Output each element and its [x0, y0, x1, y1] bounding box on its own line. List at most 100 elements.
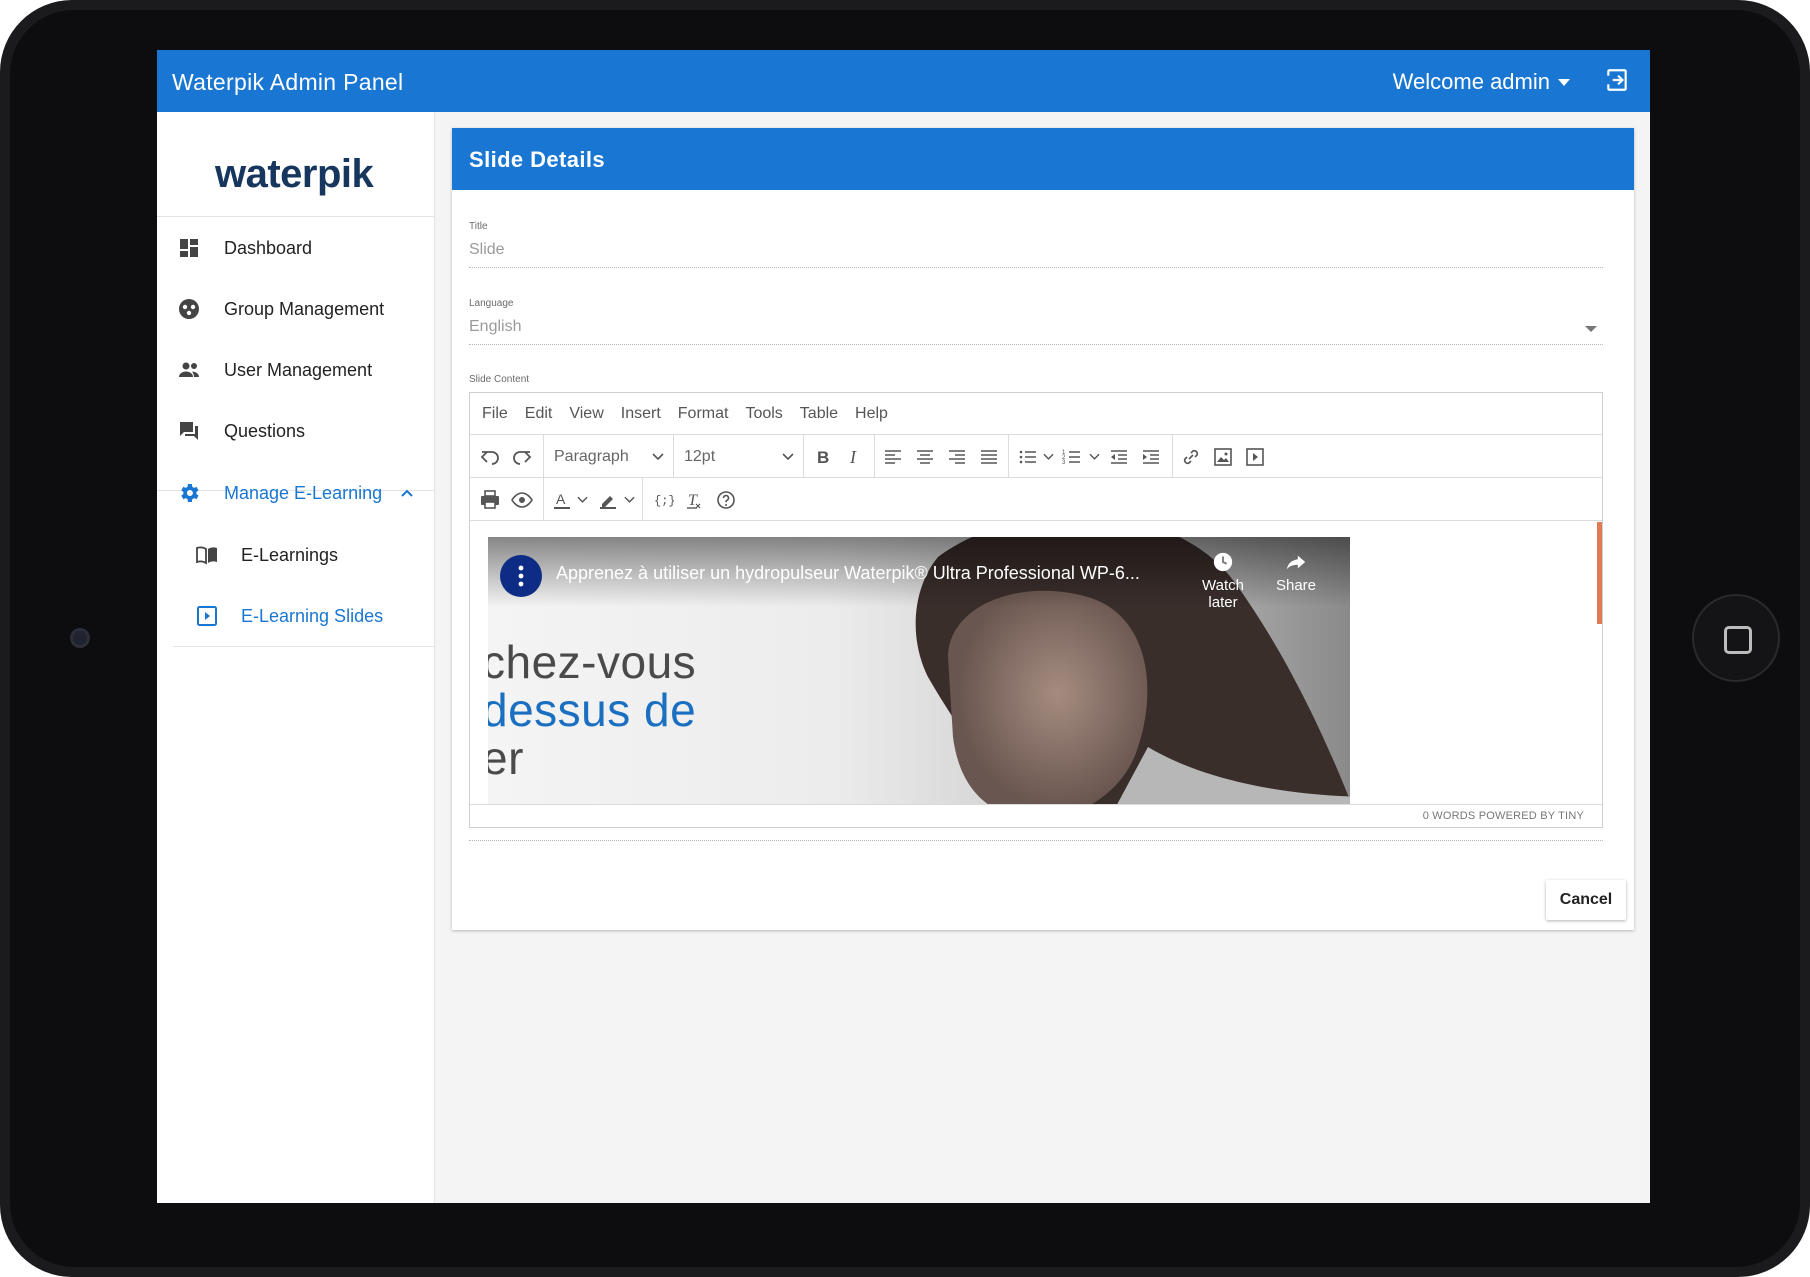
link-icon[interactable]	[1179, 445, 1203, 469]
numbered-list-icon[interactable]: 123	[1060, 445, 1084, 469]
watch-later-button[interactable]: Watch later	[1188, 551, 1258, 611]
tablet-frame: Waterpik Admin Panel Welcome admin water…	[0, 0, 1810, 1277]
outdent-icon[interactable]	[1107, 445, 1131, 469]
overlay-text-line-3: er	[488, 732, 524, 784]
logout-icon[interactable]	[1604, 67, 1630, 93]
bold-icon[interactable]: B	[810, 445, 834, 469]
indent-icon[interactable]	[1139, 445, 1163, 469]
share-button[interactable]: Share	[1261, 551, 1331, 601]
word-count: 0 WORDS POWERED BY TINY	[1422, 810, 1584, 822]
italic-icon[interactable]: I	[842, 445, 866, 469]
channel-avatar[interactable]	[500, 555, 542, 597]
clear-formatting-icon[interactable]: T	[682, 488, 706, 512]
highlight-icon[interactable]	[596, 488, 620, 512]
sidebar-item-dashboard[interactable]: Dashboard	[157, 220, 435, 276]
align-justify-icon[interactable]	[977, 445, 1001, 469]
menu-tools[interactable]: Tools	[745, 405, 782, 423]
redo-icon[interactable]	[510, 445, 534, 469]
title-field-label: Title	[469, 221, 488, 232]
font-size-select[interactable]: 12pt	[684, 442, 794, 472]
chevron-down-icon[interactable]	[577, 496, 588, 504]
help-icon[interactable]	[714, 488, 738, 512]
align-right-icon[interactable]	[945, 445, 969, 469]
preview-icon[interactable]	[510, 488, 534, 512]
svg-text:3: 3	[1062, 460, 1066, 466]
editor-toolbar-2: A {;} T	[470, 478, 1602, 521]
menu-file[interactable]: File	[482, 405, 508, 423]
svg-text:I: I	[849, 447, 857, 467]
sidebar-item-label: User Management	[224, 359, 373, 380]
sidebar-item-manage-e-learning[interactable]: Manage E-Learning	[157, 465, 435, 521]
card-title: Slide Details	[469, 147, 606, 172]
welcome-text: Welcome admin	[1392, 69, 1550, 94]
logo: waterpik	[215, 152, 374, 197]
language-field-label: Language	[469, 298, 514, 309]
block-format-select[interactable]: Paragraph	[554, 442, 664, 472]
svg-text:B: B	[817, 448, 829, 467]
divider	[157, 216, 435, 217]
field-underline	[469, 267, 1603, 268]
clock-icon	[1213, 552, 1233, 572]
toolbar-separator	[1008, 435, 1009, 478]
embedded-video[interactable]: Apprenez à utiliser un hydropulseur Wate…	[488, 537, 1350, 804]
home-square-icon	[1724, 626, 1752, 654]
editor-menubar: File Edit View Insert Format Tools Table…	[470, 393, 1602, 435]
home-button[interactable]	[1692, 594, 1780, 682]
questions-icon	[180, 422, 198, 440]
menu-insert[interactable]: Insert	[621, 405, 661, 423]
chevron-down-icon[interactable]	[1043, 453, 1054, 461]
menu-help[interactable]: Help	[855, 405, 888, 423]
chevron-down-icon	[652, 453, 664, 461]
toolbar-separator	[803, 435, 804, 478]
caret-down-icon	[1558, 78, 1570, 86]
overlay-text-line-2: dessus de	[488, 683, 696, 737]
editor-toolbar-1: Paragraph 12pt B I 1 2 3	[470, 435, 1602, 478]
book-icon	[196, 546, 217, 565]
print-icon[interactable]	[478, 488, 502, 512]
gear-icon	[181, 484, 199, 502]
dropdown-arrow-icon	[1585, 326, 1597, 332]
user-menu[interactable]: Welcome admin	[1393, 69, 1570, 95]
bullet-list-icon[interactable]	[1016, 445, 1040, 469]
menu-view[interactable]: View	[569, 405, 603, 423]
image-icon[interactable]	[1211, 445, 1235, 469]
group-icon	[179, 299, 199, 319]
sidebar-item-label: Group Management	[224, 298, 385, 319]
align-center-icon[interactable]	[913, 445, 937, 469]
undo-icon[interactable]	[478, 445, 502, 469]
sidebar-item-user-management[interactable]: User Management	[157, 342, 435, 398]
editor-content[interactable]: Apprenez à utiliser un hydropulseur Wate…	[470, 522, 1602, 804]
slide-details-card: Slide Details Title Slide Language Engli…	[452, 128, 1634, 930]
toolbar-separator	[1172, 435, 1173, 478]
menu-edit[interactable]: Edit	[525, 405, 553, 423]
font-size-value: 12pt	[684, 448, 716, 465]
scrollbar-thumb[interactable]	[1597, 522, 1602, 624]
rich-text-editor[interactable]: File Edit View Insert Format Tools Table…	[469, 392, 1603, 828]
screen: Waterpik Admin Panel Welcome admin water…	[157, 50, 1650, 1203]
divider	[173, 646, 435, 647]
sidebar-item-questions[interactable]: Questions	[157, 403, 435, 459]
chevron-down-icon[interactable]	[1089, 453, 1100, 461]
text-color-icon[interactable]: A	[550, 488, 574, 512]
video-title[interactable]: Apprenez à utiliser un hydropulseur Wate…	[556, 563, 1140, 584]
cancel-button[interactable]: Cancel	[1546, 880, 1626, 920]
content-field-label: Slide Content	[469, 374, 530, 385]
svg-text:{;}: {;}	[654, 494, 674, 508]
menu-format[interactable]: Format	[678, 405, 729, 423]
chevron-up-icon	[401, 489, 413, 497]
sidebar-item-e-learning-slides[interactable]: E-Learning Slides	[157, 588, 435, 644]
sidebar-item-group-management[interactable]: Group Management	[157, 281, 435, 337]
menu-table[interactable]: Table	[800, 405, 838, 423]
sidebar-item-label: Manage E-Learning	[224, 482, 383, 503]
toolbar-separator	[543, 435, 544, 478]
media-icon[interactable]	[1243, 445, 1267, 469]
toolbar-separator	[642, 478, 643, 521]
sidebar-item-label: Questions	[224, 420, 306, 441]
sidebar-item-e-learnings[interactable]: E-Learnings	[157, 527, 435, 583]
chevron-down-icon[interactable]	[624, 496, 635, 504]
watch-later-label: Watch later	[1202, 577, 1244, 611]
code-icon[interactable]: {;}	[650, 488, 674, 512]
sidebar-item-label: Dashboard	[224, 237, 313, 258]
align-left-icon[interactable]	[881, 445, 905, 469]
card-header: Slide Details	[452, 128, 1634, 190]
